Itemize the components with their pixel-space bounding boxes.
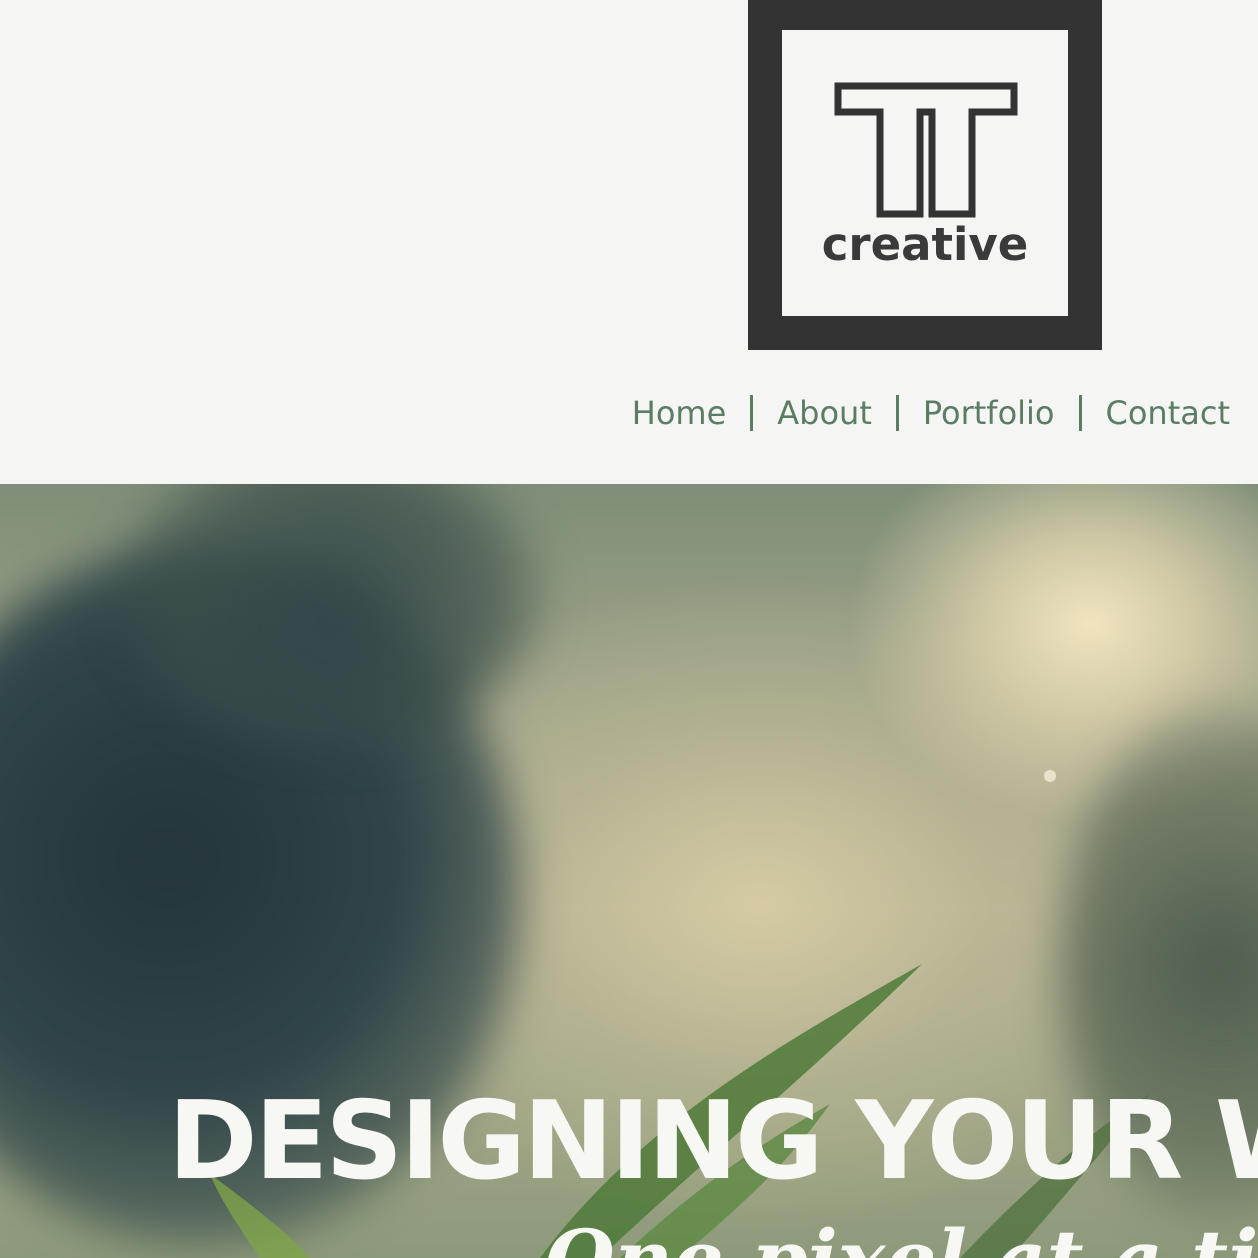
nav-separator: [1078, 395, 1082, 431]
logo-wordmark: creative: [821, 218, 1029, 271]
nav-about-link[interactable]: About: [777, 394, 872, 432]
nav-contact-link[interactable]: Contact: [1106, 394, 1231, 432]
hero-title: DESIGNING YOUR W: [168, 1079, 1258, 1204]
nav-separator: [895, 395, 899, 431]
site-header: creative Home About Portfolio Contact: [0, 0, 1258, 484]
hero-banner: DESIGNING YOUR W One pixel at a tim: [0, 484, 1258, 1258]
hero-subtitle: One pixel at a tim: [545, 1214, 1258, 1258]
tt-monogram-icon: [834, 82, 1018, 218]
logo-inner-panel: creative: [782, 30, 1068, 316]
site-logo[interactable]: creative: [748, 0, 1102, 350]
page: creative Home About Portfolio Contact DE…: [0, 0, 1258, 1258]
nav-portfolio-link[interactable]: Portfolio: [923, 394, 1055, 432]
nav-separator: [750, 395, 754, 431]
nav-home-link[interactable]: Home: [632, 394, 727, 432]
main-nav: Home About Portfolio Contact: [632, 388, 1230, 438]
